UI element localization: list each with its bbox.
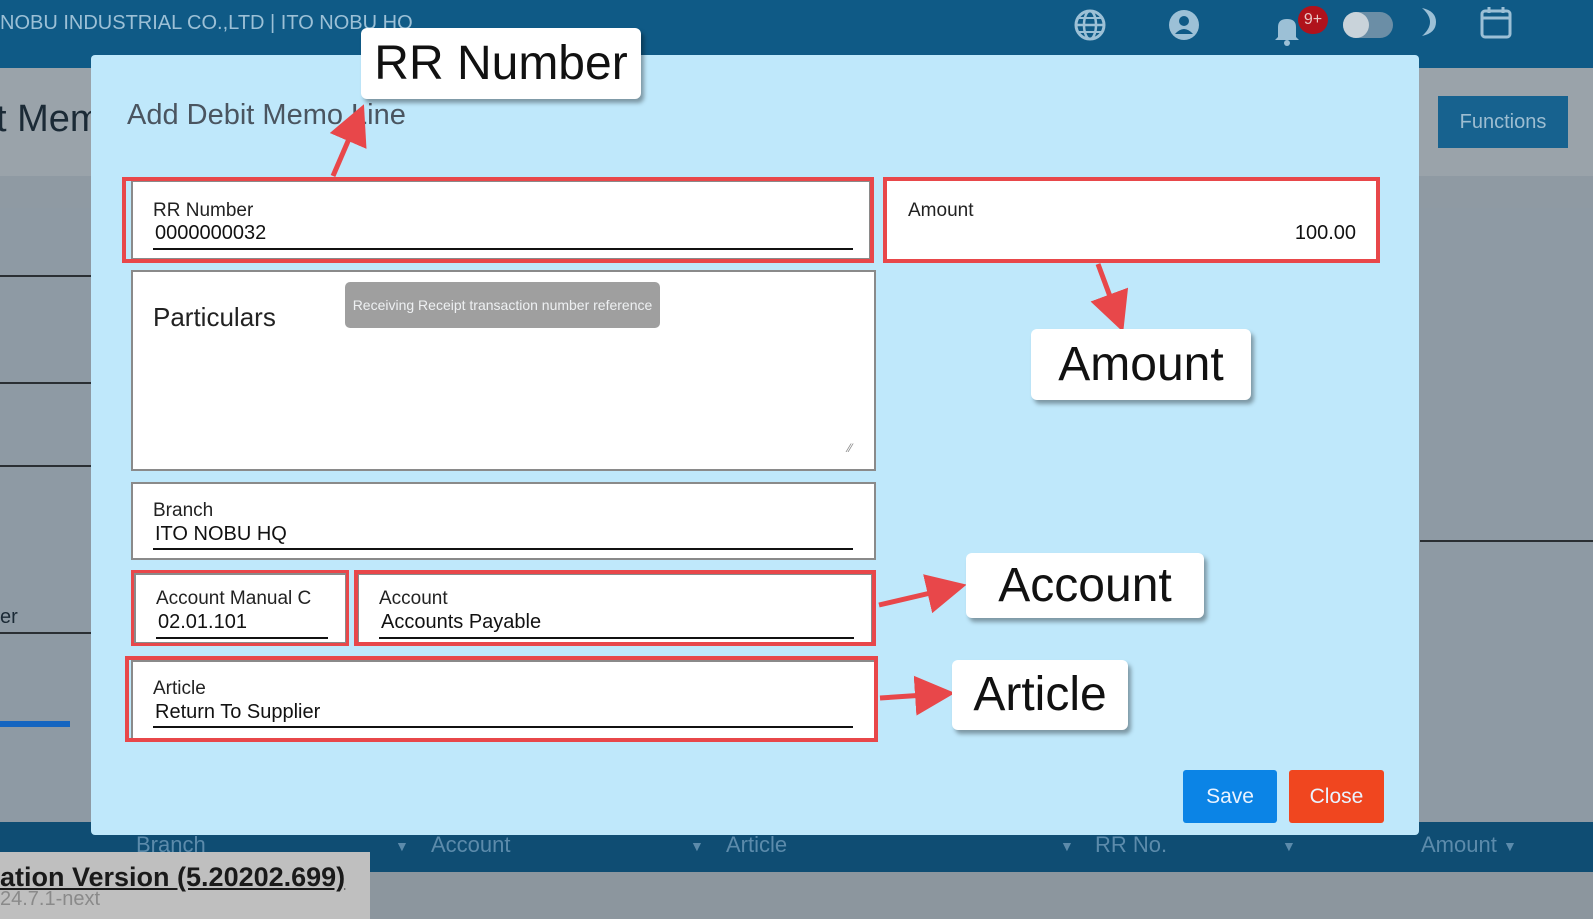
arrow-account: [878, 574, 967, 614]
callout-account: Account: [966, 553, 1204, 618]
annotation-arrows: [329, 104, 1129, 716]
arrow-rr-number: [329, 104, 367, 177]
callout-article: Article: [952, 660, 1128, 730]
callout-rr-number: RR Number: [361, 28, 641, 99]
arrow-amount: [1090, 263, 1129, 333]
arrow-article: [879, 675, 955, 716]
callout-amount: Amount: [1031, 329, 1251, 400]
